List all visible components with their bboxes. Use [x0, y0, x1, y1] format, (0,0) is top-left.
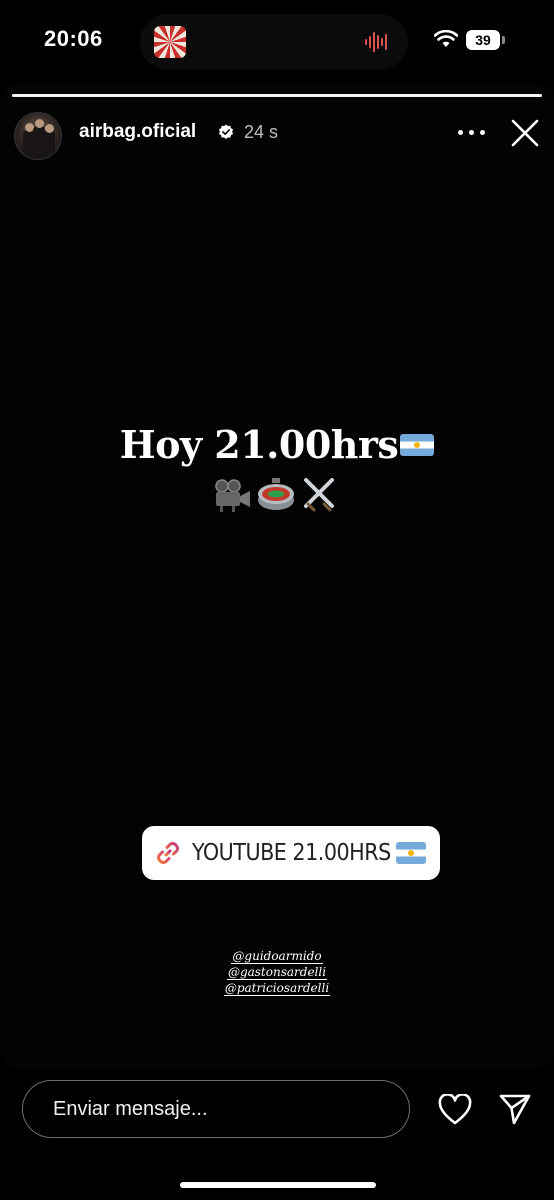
send-icon[interactable] — [498, 1092, 532, 1126]
battery-tip — [502, 36, 505, 44]
story-username[interactable]: airbag.oficial — [79, 121, 196, 143]
mention-tag[interactable]: @guidoarmido — [231, 950, 323, 964]
story-time-ago: 24 s — [244, 122, 279, 142]
emoji-row — [212, 472, 342, 516]
mention-tag[interactable]: @gastonsardelli — [226, 966, 328, 980]
status-time: 20:06 — [44, 26, 103, 51]
story-progress-fill — [12, 94, 542, 97]
stadium-icon — [258, 478, 294, 510]
avatar[interactable] — [14, 112, 62, 160]
story-progress-bar — [12, 94, 542, 97]
crossed-swords-icon — [304, 478, 334, 512]
now-playing-artwork — [154, 26, 186, 58]
mention-tag[interactable]: @patriciosardelli — [223, 982, 331, 996]
audio-waveform-icon — [365, 32, 387, 52]
movie-camera-icon — [215, 479, 250, 512]
close-icon[interactable] — [510, 118, 540, 148]
link-sticker-label: YOUTUBE 21.00HRS — [192, 840, 391, 866]
heart-icon[interactable] — [438, 1094, 472, 1126]
dynamic-island[interactable] — [140, 14, 408, 70]
status-bar: 20:06 39 — [0, 0, 554, 80]
verified-badge-icon — [219, 124, 233, 139]
link-icon — [157, 842, 179, 864]
link-sticker[interactable]: YOUTUBE 21.00HRS — [142, 826, 440, 880]
wifi-icon — [434, 30, 458, 47]
argentina-flag-icon — [396, 842, 426, 864]
headline-text: Hoy 21.00hrs — [119, 422, 399, 467]
story-headline: Hoy 21.00hrs — [0, 422, 554, 467]
send-message-input[interactable] — [22, 1080, 410, 1138]
story-viewer[interactable]: airbag.oficial 24 s Hoy 21.00hrs YOUTUBE… — [0, 84, 554, 1068]
battery-icon: 39 — [466, 30, 500, 50]
mentions: @guidoarmido @gastonsardelli @patriciosa… — [0, 950, 554, 998]
argentina-flag-icon — [400, 434, 435, 456]
home-indicator[interactable] — [180, 1182, 376, 1188]
more-options-icon[interactable] — [456, 130, 486, 138]
